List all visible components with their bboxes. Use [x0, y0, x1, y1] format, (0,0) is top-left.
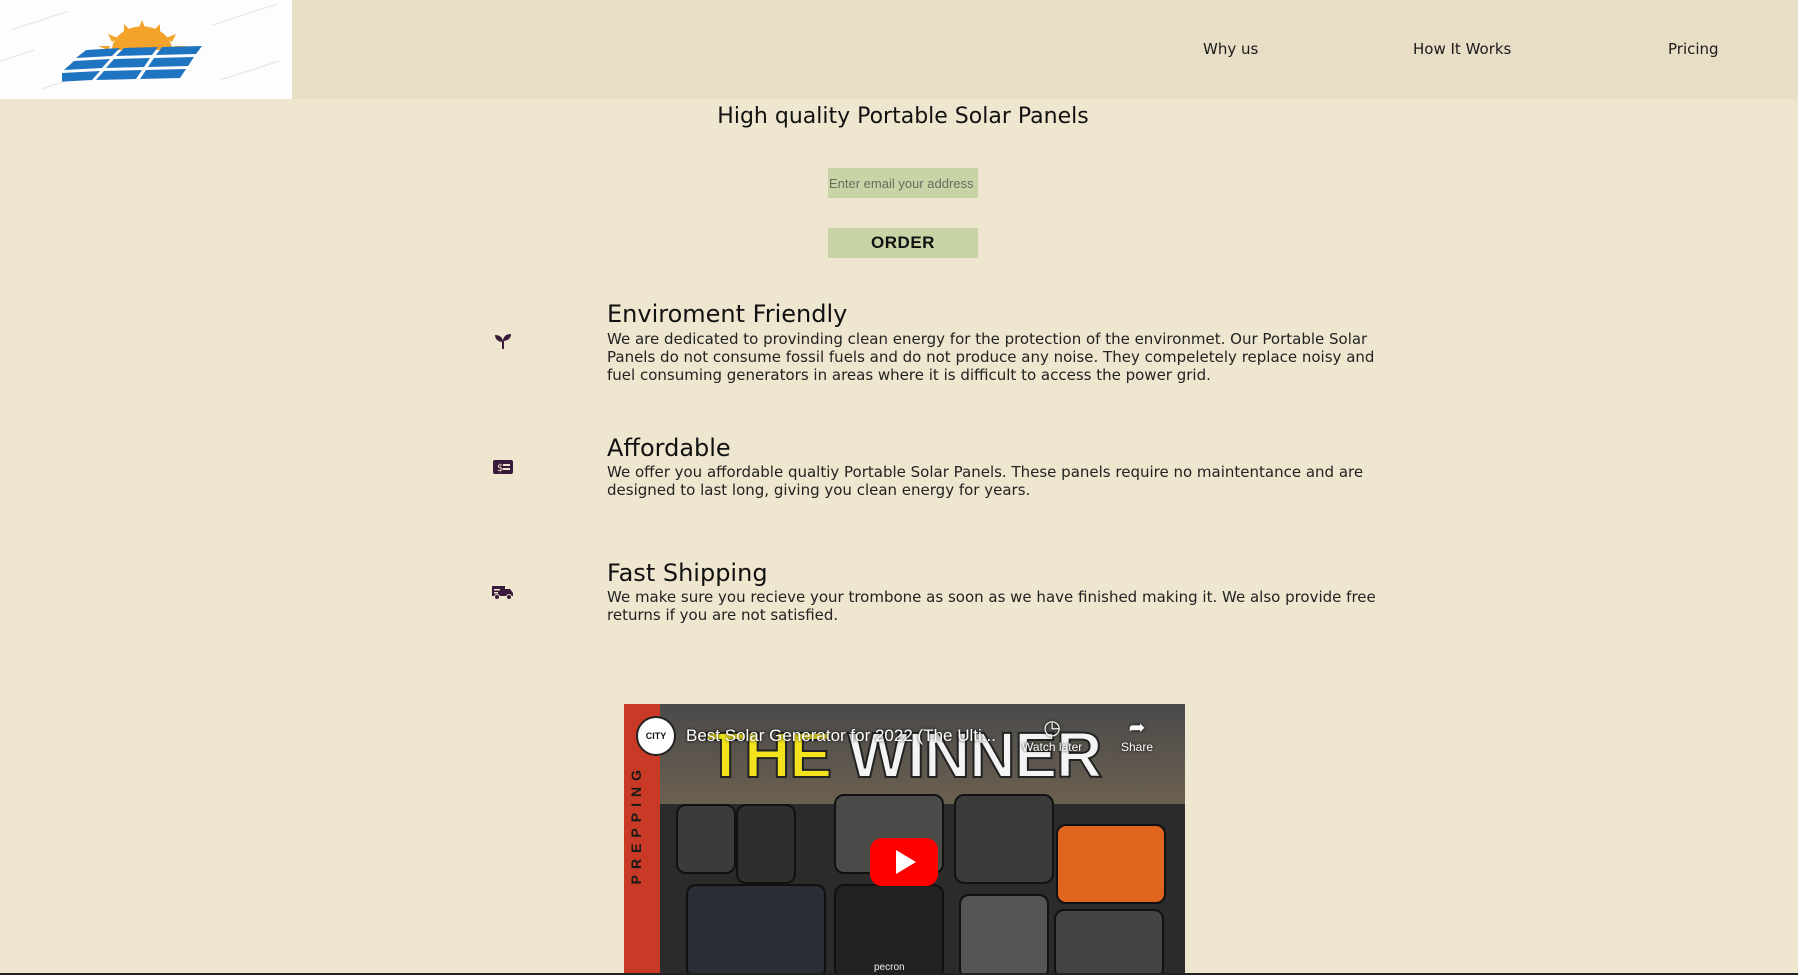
video-side-text: PREPPING: [628, 764, 644, 885]
power-station: [736, 804, 796, 884]
svg-text:$: $: [497, 463, 503, 474]
power-station: [686, 884, 826, 975]
page-title: High quality Portable Solar Panels: [717, 104, 1089, 129]
site-header: Why us How It Works Pricing: [0, 0, 1798, 99]
nav-how-it-works[interactable]: How It Works: [1413, 40, 1511, 58]
share-button[interactable]: ➦ Share: [1121, 716, 1153, 754]
share-icon: ➦: [1128, 717, 1146, 739]
email-input[interactable]: [828, 168, 978, 198]
power-station: [954, 794, 1054, 884]
solar-panel-logo: [62, 20, 202, 82]
feature-desc-environment: We are dedicated to provinding clean ene…: [607, 330, 1375, 384]
power-station: [676, 804, 736, 874]
channel-avatar[interactable]: CITY: [636, 716, 676, 756]
logo[interactable]: [0, 0, 292, 99]
feature-title-shipping: Fast Shipping: [607, 559, 768, 587]
shipping-truck-icon: [492, 581, 514, 603]
nav-why-us[interactable]: Why us: [1203, 40, 1258, 58]
order-button[interactable]: ORDER: [828, 228, 978, 258]
clock-icon: ◷: [1043, 717, 1061, 739]
seedling-icon: [492, 330, 514, 352]
play-icon: [896, 850, 916, 874]
play-button[interactable]: [870, 838, 938, 886]
video-embed[interactable]: PREPPING THE WINNER CITY Best Solar Gene…: [624, 704, 1185, 975]
money-bill-icon: $: [492, 456, 514, 478]
feature-title-environment: Enviroment Friendly: [607, 300, 848, 328]
watch-later-button[interactable]: ◷ Watch later: [1022, 716, 1082, 754]
feature-title-affordable: Affordable: [607, 434, 731, 462]
video-title[interactable]: Best Solar Generator for 2022 (The Ulti.…: [686, 726, 996, 746]
power-station: [959, 894, 1049, 975]
share-label: Share: [1121, 740, 1154, 754]
video-brand-label: pecron: [874, 962, 905, 973]
watch-later-label: Watch later: [1022, 740, 1083, 754]
feature-desc-shipping: We make sure you recieve your trombone a…: [607, 588, 1376, 624]
feature-desc-affordable: We offer you affordable qualtiy Portable…: [607, 463, 1364, 499]
nav-pricing[interactable]: Pricing: [1668, 40, 1719, 58]
power-station: [1054, 909, 1164, 975]
power-station: [1056, 824, 1166, 904]
